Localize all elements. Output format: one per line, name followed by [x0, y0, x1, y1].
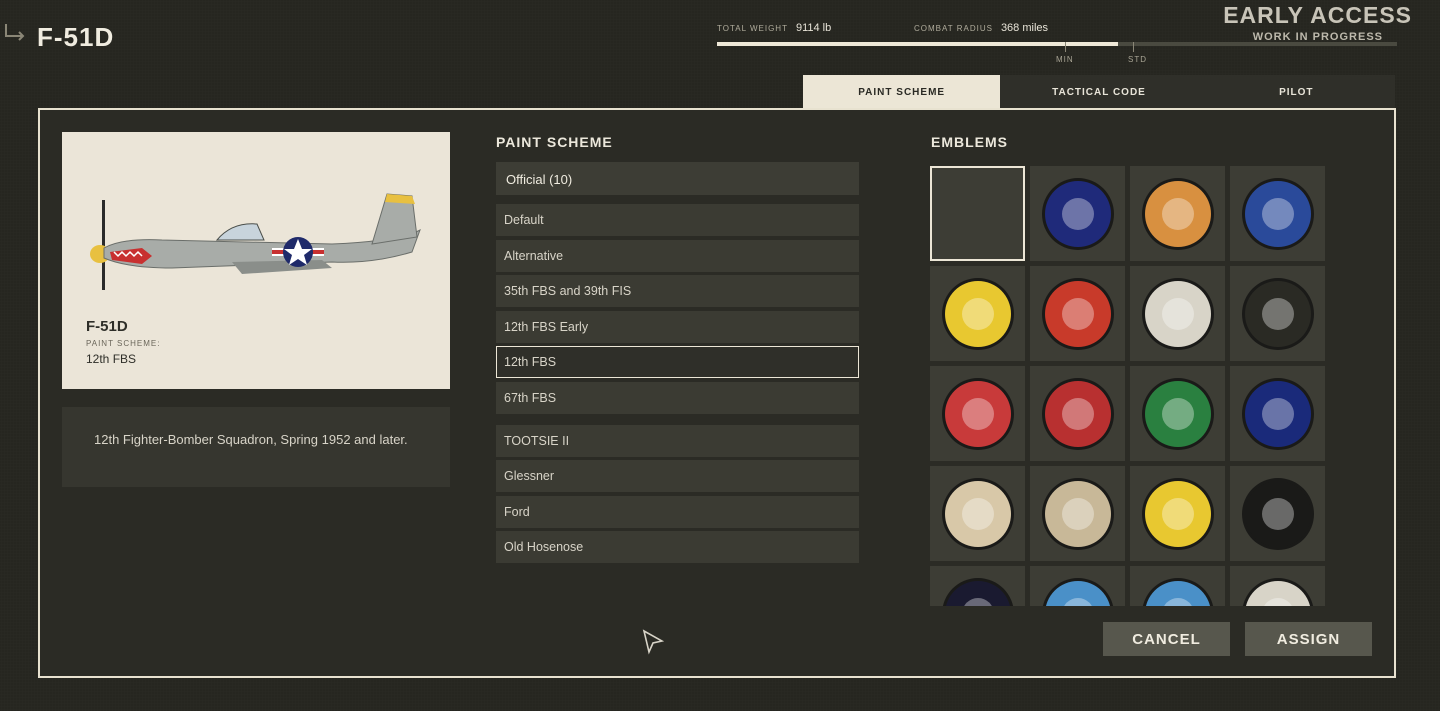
std-label: STD	[1128, 55, 1147, 64]
early-access-subtitle: WORK IN PROGRESS	[1252, 31, 1383, 43]
min-marker	[1065, 42, 1066, 52]
paint-scheme-list: Default Alternative 35th FBS and 39th FIS 1…	[496, 204, 859, 567]
yellow-bird-emblem-icon	[1141, 477, 1214, 550]
red-shield-emblem-icon	[941, 377, 1014, 450]
emblem-slot[interactable]	[1030, 466, 1125, 561]
headdress-emblem-icon	[1241, 477, 1314, 550]
scheme-item[interactable]: Old Hosenose	[496, 531, 859, 563]
emblem-slot[interactable]	[1130, 266, 1225, 361]
tab-pilot[interactable]: PILOT	[1198, 75, 1395, 109]
scheme-item[interactable]: Default	[496, 204, 859, 236]
back-arrow-icon[interactable]	[4, 22, 26, 44]
emblems-grid	[930, 166, 1326, 606]
emblem-slot[interactable]	[1230, 566, 1325, 606]
emblems-title: EMBLEMS	[931, 134, 1008, 150]
paint-scheme-title: PAINT SCHEME	[496, 134, 613, 150]
duck-rocket-emblem-icon	[1141, 277, 1214, 350]
paint-scheme-panel: F-51D PAINT SCHEME: 12th FBS 12th Fighte…	[38, 108, 1396, 678]
cancel-button[interactable]: CANCEL	[1103, 622, 1230, 656]
combat-radius-value: 368 miles	[1000, 22, 1049, 34]
total-weight-value: 9114 lb	[795, 22, 832, 34]
chief-shield-emblem-icon	[1241, 177, 1314, 250]
tab-tactical-code[interactable]: TACTICAL CODE	[1000, 75, 1197, 109]
emblem-slot[interactable]	[1030, 366, 1125, 461]
emblem-slot[interactable]	[1030, 566, 1125, 606]
scheme-item[interactable]: 35th FBS and 39th FIS	[496, 275, 859, 307]
emblem-slot[interactable]	[1130, 366, 1225, 461]
early-access-title: EARLY ACCESS	[1223, 2, 1412, 28]
assign-button[interactable]: ASSIGN	[1245, 622, 1372, 656]
sailor-emblem-icon	[1041, 477, 1114, 550]
rabbit-emblem-icon	[1142, 577, 1213, 606]
tab-paint-scheme[interactable]: PAINT SCHEME	[803, 75, 1001, 109]
preview-scheme-label: PAINT SCHEME:	[86, 339, 161, 348]
aircraft-illustration-icon	[90, 193, 421, 290]
combat-radius: COMBAT RADIUS 368 miles	[914, 22, 1048, 34]
scheme-item[interactable]: 12th FBS	[496, 346, 859, 378]
aircraft-title: F-51D	[37, 22, 115, 52]
scheme-item[interactable]: Alternative	[496, 239, 859, 272]
emblem-slot[interactable]	[930, 566, 1025, 606]
aircraft-preview: F-51D PAINT SCHEME: 12th FBS	[62, 132, 450, 389]
scheme-category-dropdown[interactable]: Official (10)	[496, 162, 859, 195]
shield-axe-emblem-icon	[1041, 277, 1114, 350]
scheme-item[interactable]: TOOTSIE II	[496, 424, 859, 457]
green-dragon-emblem-icon	[1141, 377, 1214, 450]
native-warrior-emblem-icon	[941, 477, 1014, 550]
customization-tabs: PAINT SCHEME TACTICAL CODE PILOT	[803, 75, 1395, 109]
min-label: MIN	[1056, 55, 1074, 64]
emblem-slot[interactable]	[930, 466, 1025, 561]
weight-bar-fill	[717, 42, 1118, 46]
fox-emblem-icon	[1042, 577, 1113, 606]
eagle-star-emblem-icon	[1241, 277, 1314, 350]
scheme-item[interactable]: 67th FBS	[496, 381, 859, 414]
emblem-slot[interactable]	[1230, 166, 1325, 261]
bat-emblem-icon	[1242, 577, 1313, 606]
mouse-cursor-icon	[642, 629, 664, 655]
total-weight-label: TOTAL WEIGHT	[717, 24, 788, 33]
emblem-slot[interactable]	[1230, 266, 1325, 361]
std-marker	[1133, 42, 1134, 52]
emblem-slot[interactable]	[1030, 166, 1125, 261]
emblem-slot[interactable]	[1130, 166, 1225, 261]
total-weight: TOTAL WEIGHT 9114 lb	[717, 22, 831, 34]
combat-radius-label: COMBAT RADIUS	[914, 24, 993, 33]
preview-scheme-value: 12th FBS	[86, 352, 137, 366]
emblem-slot[interactable]	[1230, 466, 1325, 561]
emblem-slot[interactable]	[930, 166, 1025, 261]
emblem-slot[interactable]	[1230, 366, 1325, 461]
scheme-item[interactable]: 12th FBS Early	[496, 310, 859, 343]
emblem-slot[interactable]	[930, 366, 1025, 461]
red-blue-emblem-icon	[1241, 377, 1314, 450]
star-emblem-icon	[1041, 177, 1114, 250]
emblem-slot[interactable]	[930, 266, 1025, 361]
emblem-slot[interactable]	[1130, 566, 1225, 606]
dark-emblem-icon	[942, 577, 1013, 606]
emblem-slot[interactable]	[1130, 466, 1225, 561]
donkey-emblem-icon	[1041, 377, 1114, 450]
preview-aircraft-name: F-51D	[86, 318, 128, 335]
eagle-yellow-emblem-icon	[941, 277, 1014, 350]
emblem-slot[interactable]	[1030, 266, 1125, 361]
scheme-description: 12th Fighter-Bomber Squadron, Spring 195…	[62, 407, 450, 487]
tiger-emblem-icon	[1141, 177, 1214, 250]
scheme-item[interactable]: Ford	[496, 495, 859, 528]
loadout-stats: TOTAL WEIGHT 9114 lb COMBAT RADIUS 368 mil…	[717, 22, 1397, 72]
scheme-item[interactable]: Glessner	[496, 460, 859, 492]
